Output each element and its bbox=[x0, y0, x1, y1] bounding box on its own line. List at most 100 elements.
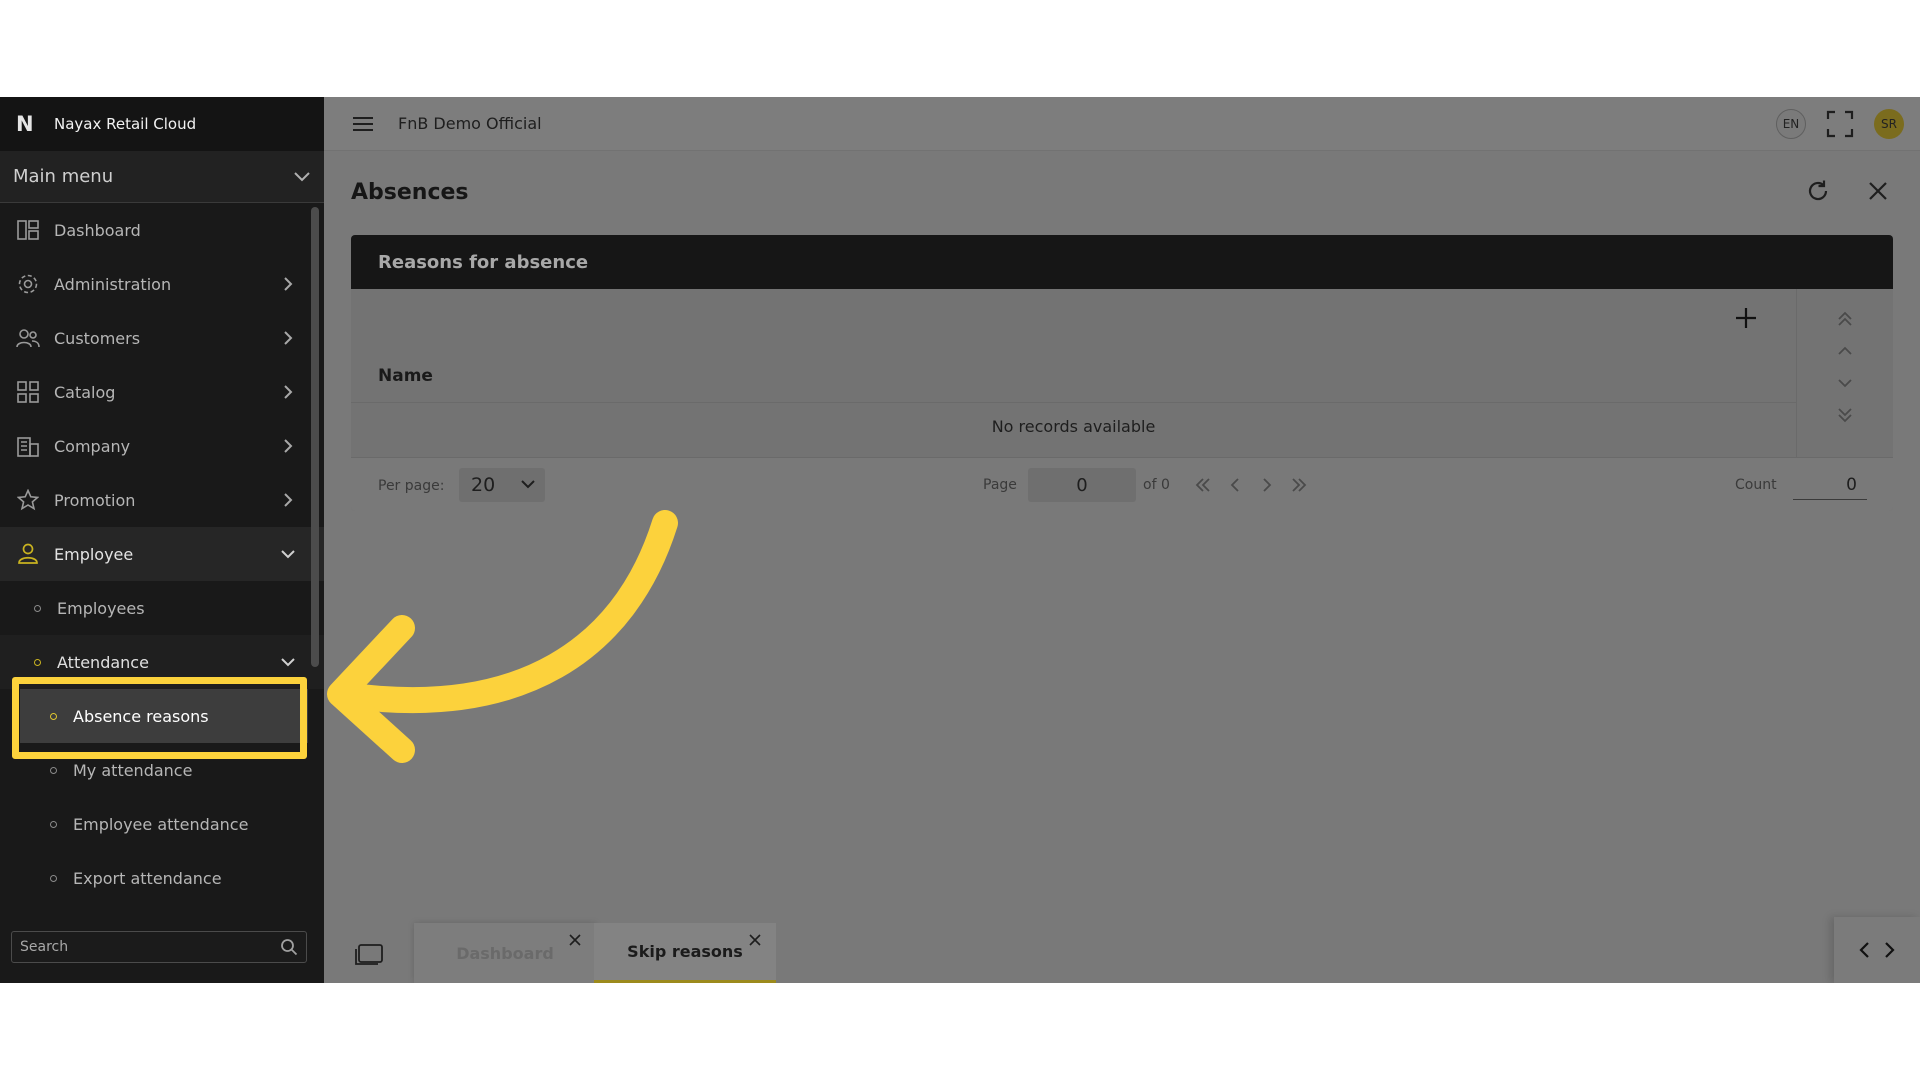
page-total-label: of 0 bbox=[1143, 477, 1170, 493]
sidebar: N Nayax Retail Cloud Main menu Dashboard… bbox=[0, 97, 324, 983]
chevron-down-icon bbox=[278, 657, 298, 667]
next-page-icon[interactable] bbox=[1257, 475, 1277, 495]
chevron-down-icon bbox=[294, 171, 310, 181]
page-title: Absences bbox=[351, 180, 469, 205]
star-icon bbox=[16, 488, 40, 512]
building-icon bbox=[16, 434, 40, 458]
chevron-left-icon[interactable] bbox=[1858, 941, 1870, 959]
refresh-icon[interactable] bbox=[1804, 177, 1832, 205]
tab-skip-reasons[interactable]: Skip reasons bbox=[594, 923, 776, 983]
sidebar-item-label: Customers bbox=[54, 328, 141, 348]
sidebar-item-employee[interactable]: Employee bbox=[0, 527, 324, 581]
sidebar-item-label: Catalog bbox=[54, 382, 116, 402]
sidebar-item-administration[interactable]: Administration bbox=[0, 257, 324, 311]
main-menu-label: Main menu bbox=[13, 166, 114, 187]
add-icon[interactable] bbox=[1731, 303, 1761, 333]
sidebar-item-customers[interactable]: Customers bbox=[0, 311, 324, 365]
row-navigation bbox=[1796, 289, 1893, 457]
move-last-icon[interactable] bbox=[1835, 405, 1855, 425]
language-button[interactable]: EN bbox=[1776, 108, 1806, 139]
tabs-scroll-controls bbox=[1834, 917, 1920, 983]
sidebar-item-label: Employees bbox=[57, 598, 145, 618]
previous-page-icon[interactable] bbox=[1225, 475, 1245, 495]
move-first-icon[interactable] bbox=[1835, 309, 1855, 329]
chevron-right-icon bbox=[278, 384, 298, 400]
bullet-icon bbox=[50, 820, 57, 828]
bullet-icon bbox=[50, 874, 57, 882]
highlight-frame bbox=[12, 677, 307, 759]
brand-logo: N bbox=[16, 112, 34, 136]
sidebar-item-employees[interactable]: Employees bbox=[0, 581, 324, 635]
top-header: FnB Demo Official EN SR bbox=[324, 97, 1920, 151]
sidebar-item-export-attendance[interactable]: Export attendance bbox=[0, 851, 324, 905]
first-page-icon[interactable] bbox=[1193, 475, 1213, 495]
reasons-card: Reasons for absence Name No records avai… bbox=[351, 235, 1893, 511]
sidebar-scrollbar[interactable] bbox=[311, 207, 319, 667]
users-icon bbox=[16, 326, 40, 350]
sidebar-item-employee-attendance[interactable]: Employee attendance bbox=[0, 797, 324, 851]
per-page-value: 20 bbox=[471, 474, 496, 496]
tab-dashboard[interactable]: Dashboard bbox=[414, 923, 596, 983]
open-tabs-bar: Dashboard Skip reasons bbox=[324, 917, 1920, 983]
close-tab-icon[interactable] bbox=[568, 933, 582, 947]
sidebar-item-label: Promotion bbox=[54, 490, 136, 510]
sidebar-item-label: Employee attendance bbox=[73, 814, 249, 834]
sidebar-menu: Dashboard Administration Customers Catal… bbox=[0, 203, 324, 905]
bullet-icon bbox=[34, 604, 41, 612]
divider bbox=[351, 402, 1796, 403]
dashboard-icon bbox=[16, 218, 40, 242]
move-up-icon[interactable] bbox=[1835, 341, 1855, 361]
chevron-right-icon bbox=[278, 276, 298, 292]
count-value: 0 bbox=[1793, 470, 1867, 500]
sidebar-search bbox=[11, 931, 307, 963]
brand: N Nayax Retail Cloud bbox=[0, 97, 324, 151]
sidebar-item-company[interactable]: Company bbox=[0, 419, 324, 473]
sidebar-item-promotion[interactable]: Promotion bbox=[0, 473, 324, 527]
empty-state-text: No records available bbox=[991, 417, 1156, 436]
hamburger-menu-icon[interactable] bbox=[348, 116, 378, 132]
close-tab-icon[interactable] bbox=[748, 933, 762, 947]
sidebar-search-input[interactable] bbox=[20, 939, 280, 955]
last-page-icon[interactable] bbox=[1289, 475, 1309, 495]
sidebar-item-label: My attendance bbox=[73, 760, 193, 780]
close-icon[interactable] bbox=[1864, 177, 1892, 205]
card-header: Reasons for absence bbox=[351, 235, 1893, 289]
card-title: Reasons for absence bbox=[378, 251, 589, 273]
per-page-label: Per page: bbox=[378, 478, 445, 494]
bullet-icon bbox=[34, 658, 41, 666]
move-down-icon[interactable] bbox=[1835, 373, 1855, 393]
sidebar-item-label: Employee bbox=[54, 544, 134, 564]
pager: Per page: 20 Page 0 of 0 Count 0 bbox=[351, 457, 1893, 511]
user-avatar[interactable]: SR bbox=[1874, 108, 1904, 139]
sidebar-item-label: Company bbox=[54, 436, 131, 456]
chevron-right-icon bbox=[278, 330, 298, 346]
column-header-name[interactable]: Name bbox=[378, 366, 433, 386]
chevron-down-icon bbox=[278, 549, 298, 559]
sidebar-item-dashboard[interactable]: Dashboard bbox=[0, 203, 324, 257]
main-menu-toggle[interactable]: Main menu bbox=[0, 151, 324, 203]
sidebar-item-label: Dashboard bbox=[54, 220, 141, 240]
sidebar-item-label: Export attendance bbox=[73, 868, 222, 888]
count-label: Count bbox=[1735, 477, 1777, 493]
search-icon[interactable] bbox=[280, 938, 298, 956]
per-page-select[interactable]: 20 bbox=[459, 468, 545, 502]
windows-icon[interactable] bbox=[354, 943, 384, 967]
sidebar-item-label: Administration bbox=[54, 274, 172, 294]
fullscreen-icon[interactable] bbox=[1826, 110, 1854, 138]
employee-icon bbox=[16, 542, 40, 566]
brand-name: Nayax Retail Cloud bbox=[54, 115, 197, 133]
chevron-right-icon[interactable] bbox=[1884, 941, 1896, 959]
organization-name: FnB Demo Official bbox=[398, 114, 542, 133]
page-number-input[interactable]: 0 bbox=[1028, 468, 1136, 502]
page-label: Page bbox=[983, 477, 1017, 493]
bullet-icon bbox=[50, 766, 57, 774]
sidebar-item-label: Attendance bbox=[57, 652, 149, 672]
chevron-right-icon bbox=[278, 492, 298, 508]
tab-label: Dashboard bbox=[456, 943, 554, 963]
chevron-right-icon bbox=[278, 438, 298, 454]
gear-icon bbox=[16, 272, 40, 296]
data-grid: Name No records available bbox=[351, 289, 1796, 457]
chevron-down-icon bbox=[521, 480, 535, 489]
sidebar-item-catalog[interactable]: Catalog bbox=[0, 365, 324, 419]
app-window: N Nayax Retail Cloud Main menu Dashboard… bbox=[0, 97, 1920, 983]
